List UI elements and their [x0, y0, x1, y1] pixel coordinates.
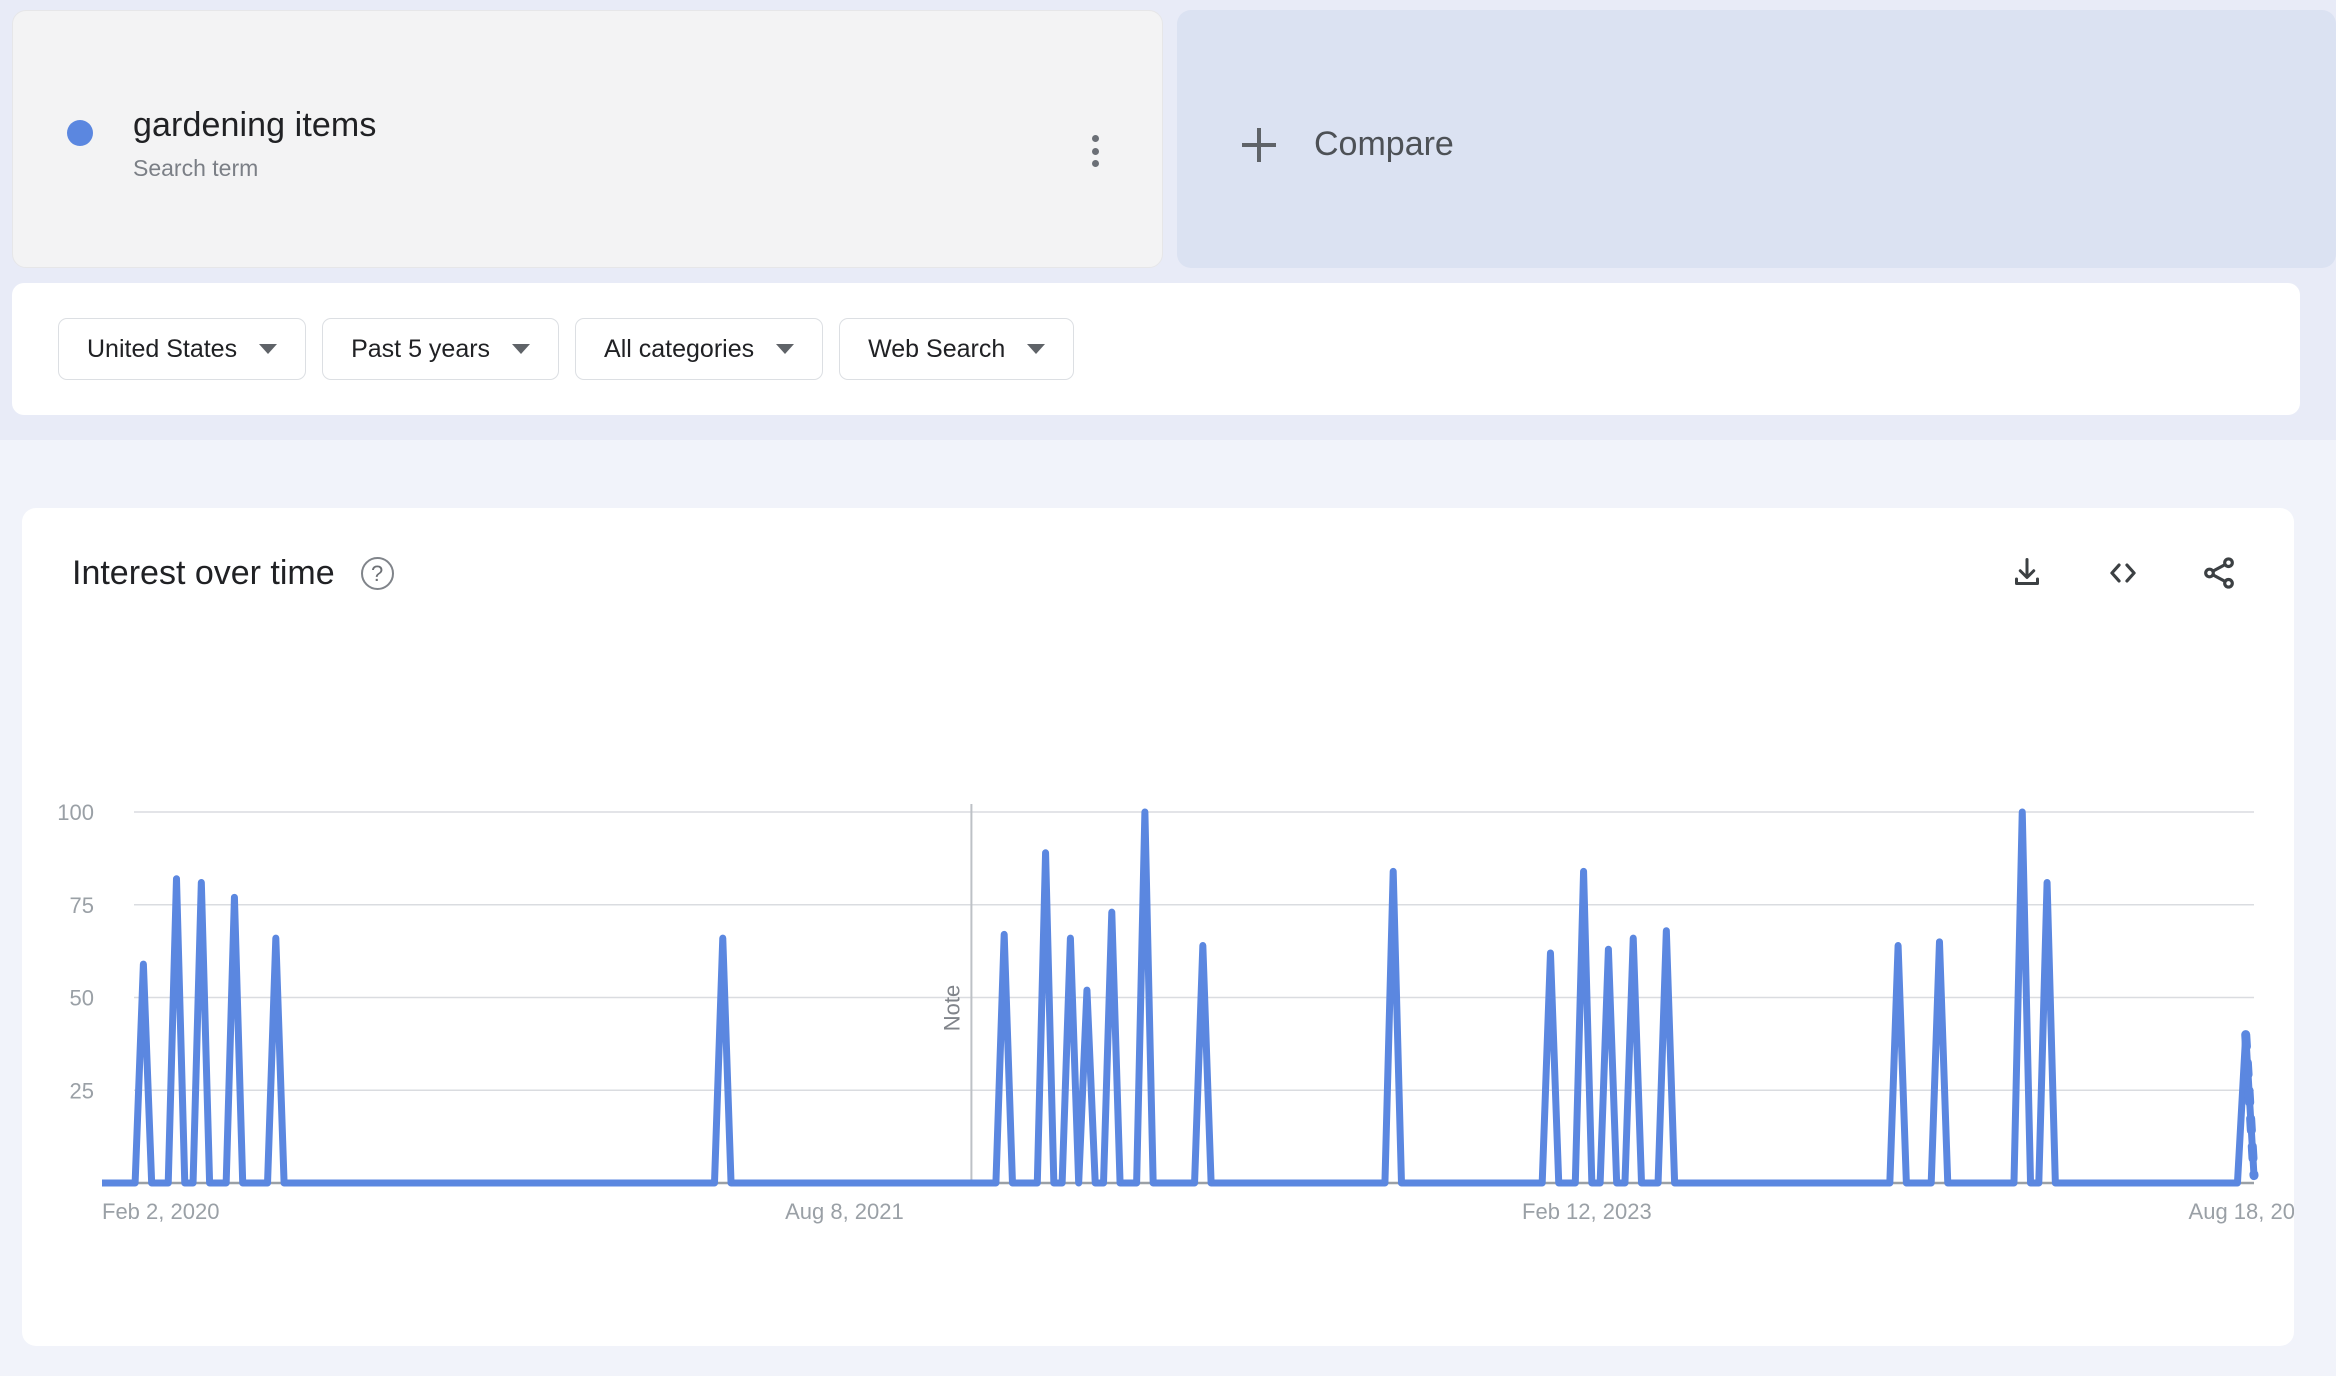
- filter-search-type[interactable]: Web Search: [839, 318, 1074, 380]
- x-axis-tick-label: Aug 8, 2021: [785, 1199, 904, 1224]
- x-axis-tick-label: Feb 2, 2020: [102, 1199, 219, 1224]
- plus-icon: [1242, 128, 1276, 162]
- search-term-text: gardening items Search term: [133, 106, 376, 182]
- filter-time-range-label: Past 5 years: [351, 335, 490, 364]
- y-axis-tick-label: 100: [57, 800, 94, 825]
- y-axis-tick-label: 25: [70, 1078, 94, 1103]
- y-axis-tick-label: 75: [70, 893, 94, 918]
- filter-category[interactable]: All categories: [575, 318, 823, 380]
- filter-time-range[interactable]: Past 5 years: [322, 318, 559, 380]
- google-trends-page: gardening items Search term Compare Unit…: [0, 0, 2336, 1376]
- kebab-dot: [1092, 148, 1099, 155]
- kebab-dot: [1092, 135, 1099, 142]
- y-axis-tick-label: 50: [70, 986, 94, 1011]
- search-term-subtitle: Search term: [133, 155, 376, 182]
- more-options-icon[interactable]: [1078, 131, 1112, 171]
- note-annotation-label: Note: [939, 985, 964, 1031]
- search-term-content: gardening items Search term: [67, 106, 376, 182]
- filter-search-type-label: Web Search: [868, 335, 1005, 364]
- filter-category-label: All categories: [604, 335, 754, 364]
- search-term-card[interactable]: gardening items Search term: [12, 10, 1163, 268]
- compare-content: Compare: [1242, 125, 1454, 164]
- filter-bar: United States Past 5 years All categorie…: [12, 283, 2300, 415]
- chevron-down-icon: [512, 344, 530, 354]
- x-axis-tick-label: Feb 12, 2023: [1522, 1199, 1652, 1224]
- filter-location[interactable]: United States: [58, 318, 306, 380]
- chevron-down-icon: [1027, 344, 1045, 354]
- interest-over-time-card: Interest over time ?: [22, 508, 2294, 1346]
- series-color-dot-icon: [67, 120, 93, 146]
- chevron-down-icon: [776, 344, 794, 354]
- compare-label: Compare: [1314, 125, 1454, 164]
- search-term-row: gardening items Search term Compare: [0, 0, 2336, 268]
- interest-over-time-chart[interactable]: 100 75 50 25 Note Feb 2, 2020 Aug 8, 2021 Feb 1…: [22, 508, 2294, 1346]
- filter-location-label: United States: [87, 335, 237, 364]
- search-term-title: gardening items: [133, 106, 376, 145]
- compare-button[interactable]: Compare: [1177, 10, 2336, 268]
- kebab-dot: [1092, 160, 1099, 167]
- chevron-down-icon: [259, 344, 277, 354]
- x-axis-tick-label: Aug 18, 2024: [2189, 1199, 2294, 1224]
